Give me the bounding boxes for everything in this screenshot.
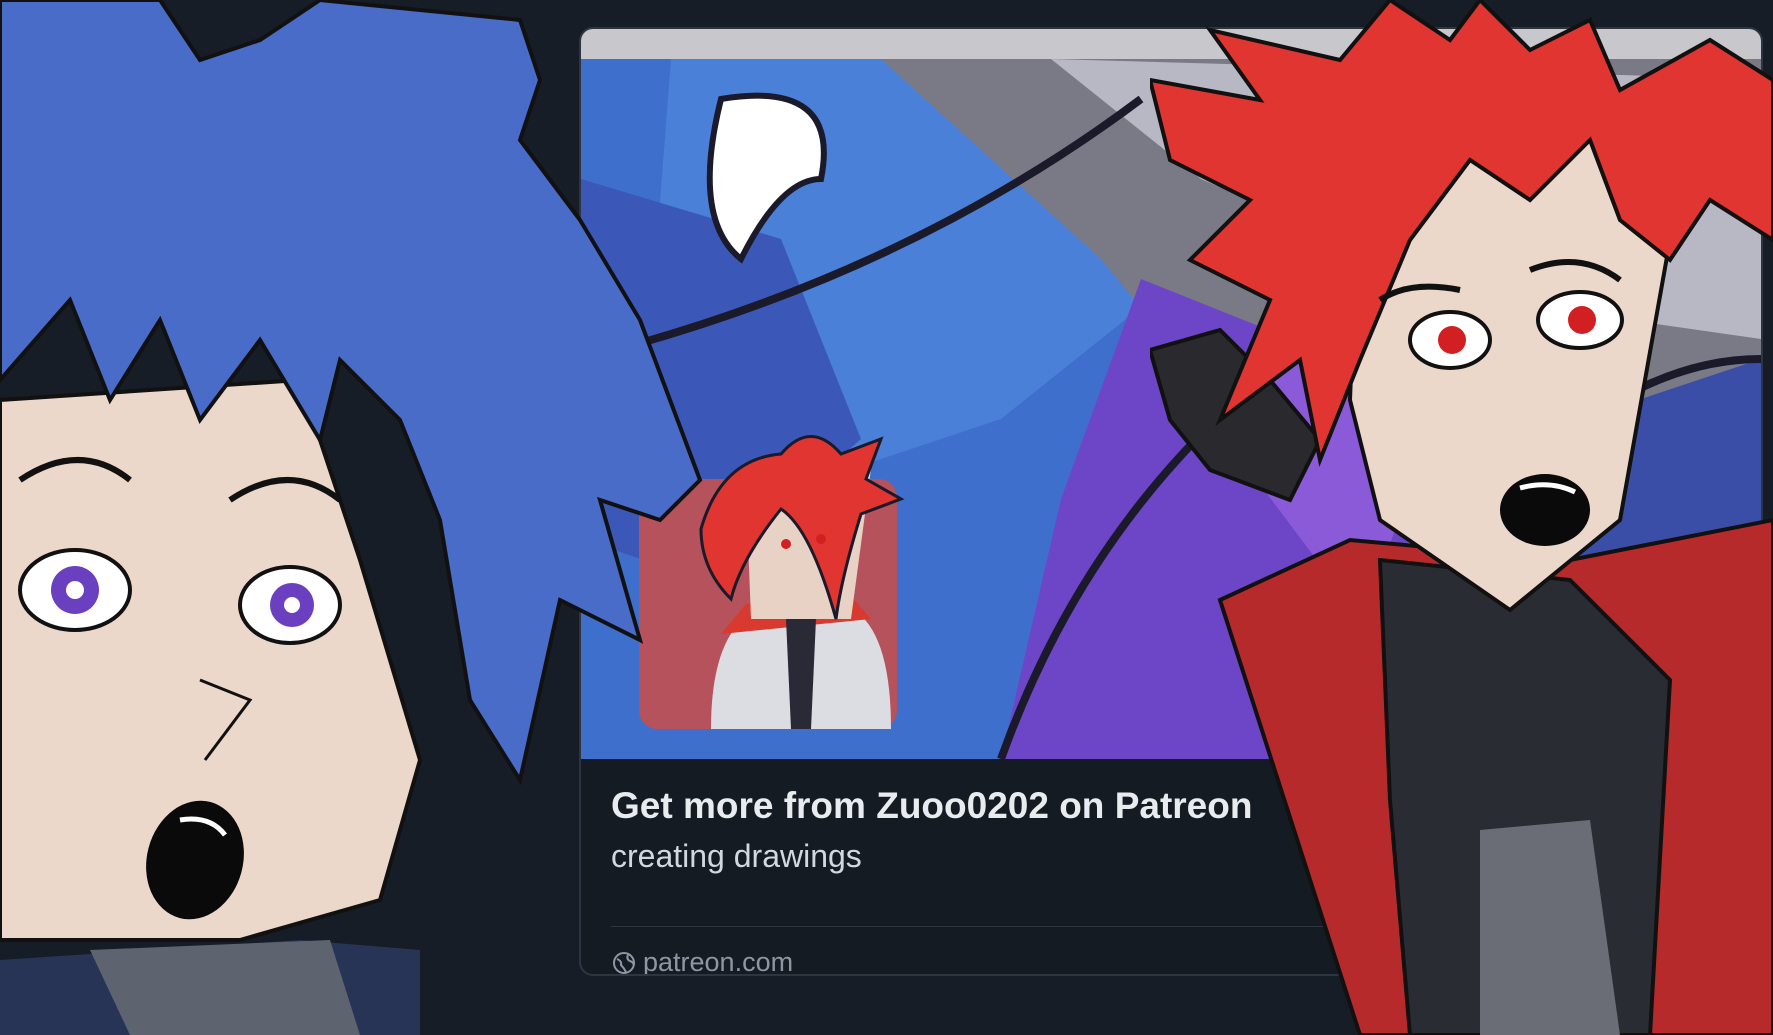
red-hair-character-illustration (1150, 0, 1773, 1035)
blue-hair-character-illustration (0, 0, 703, 1035)
